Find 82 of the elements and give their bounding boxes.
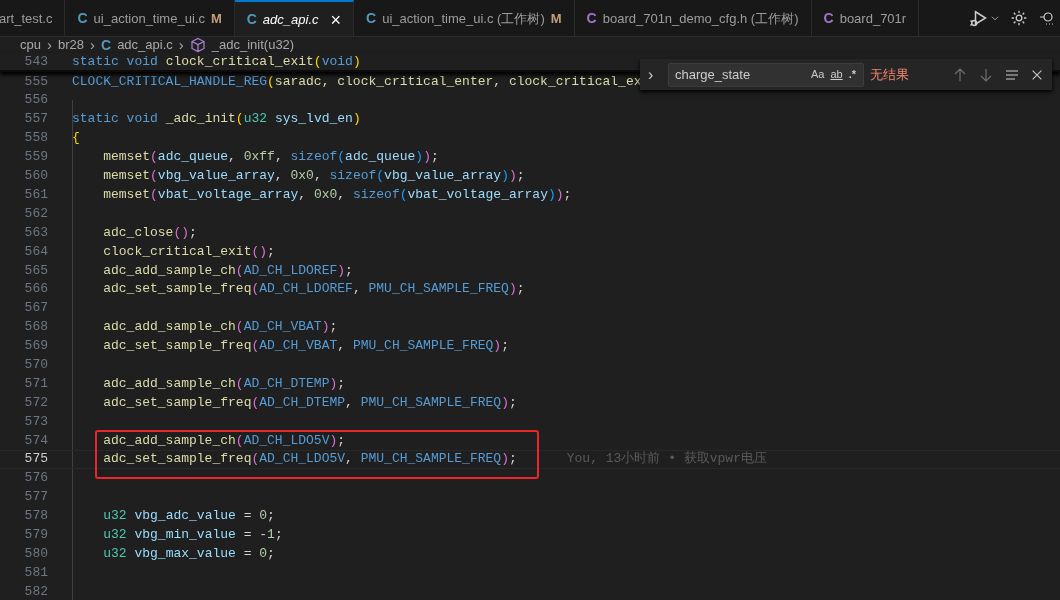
tab-label: ui_action_time_ui.c	[93, 9, 205, 28]
line-number: 580	[23, 544, 48, 563]
code-line: adc_close();	[102, 223, 197, 242]
find-input[interactable]: charge_state Aa ab .*	[668, 62, 864, 87]
code-line: adc_add_sample_ch(AD_CH_DTEMP);	[102, 374, 346, 393]
line-number: 567	[23, 299, 48, 318]
file-type-icon: C	[77, 8, 88, 29]
code-line: u32 vbg_adc_value = 0;	[102, 507, 275, 526]
code-line: memset(vbg_value_array, 0x0, sizeof(vbg_value_array));	[102, 167, 525, 186]
line-number: 563	[23, 223, 48, 242]
file-type-icon: C	[366, 8, 377, 29]
line-number: 575	[23, 450, 48, 469]
line-number: 571	[23, 374, 48, 393]
editor-tab[interactable]: C adc_api.c ×	[234, 0, 355, 36]
run-debug-icon[interactable]	[968, 8, 988, 28]
settings-icon[interactable]	[1010, 9, 1028, 27]
code-line: adc_add_sample_ch(AD_CH_LDOREF);	[102, 261, 353, 280]
breadcrumb-item[interactable]: _adc_init(u32)	[211, 35, 295, 55]
tab-label: adc_api.c	[262, 10, 319, 29]
search-option-toggle[interactable]: ab	[827, 66, 846, 83]
line-number: 557	[23, 110, 48, 129]
line-number: 559	[23, 148, 48, 167]
code-line: adc_set_sample_freq(AD_CH_LDO5V, PMU_CH_SAMPLE_FREQ);	[102, 450, 517, 469]
line-number: 556	[23, 91, 48, 110]
modified-label: M	[210, 9, 222, 28]
code-line: memset(adc_queue, 0xff, sizeof(adc_queue));	[102, 148, 439, 167]
arrow-up-icon[interactable]	[952, 66, 968, 83]
code-line: clock_critical_exit();	[102, 242, 275, 261]
tab-label: board_701n_demo_cfg.h (工作树)	[602, 9, 799, 28]
line-number: 573	[23, 412, 48, 431]
code-line: u32 vbg_min_value = -1;	[102, 525, 283, 544]
line-number: 582	[23, 582, 48, 600]
arrow-down-icon[interactable]	[978, 66, 994, 83]
modified-label: M	[550, 9, 562, 28]
breadcrumb-item[interactable]: adc_api.c	[117, 35, 173, 55]
tab-label: ui_action_time_ui.c (工作树)	[382, 9, 545, 28]
line-number: 561	[23, 185, 48, 204]
expand-toggle[interactable]: ›	[648, 62, 662, 87]
file-type-icon: C	[586, 8, 597, 29]
line-number: 555	[23, 72, 48, 91]
breadcrumb-item[interactable]: cpu	[20, 35, 41, 55]
code-line: adc_set_sample_freq(AD_CH_DTEMP, PMU_CH_SAMPLE_FREQ);	[102, 393, 517, 412]
line-number: 564	[23, 242, 48, 261]
code-line: {	[72, 129, 80, 148]
code-line: CLOCK_CRITICAL_HANDLE_REG(saradc, clock_critical_enter, clock_critical_ex	[72, 72, 642, 91]
chevron-icon: ›	[46, 33, 52, 57]
line-number: 576	[23, 469, 48, 488]
line-number: 570	[23, 355, 48, 374]
line-number: 568	[23, 318, 48, 337]
code-line: static void _adc_init(u32 sys_lvd_en)	[72, 110, 361, 129]
line-number: 558	[23, 129, 48, 148]
line-number: 581	[23, 563, 48, 582]
editor-tab[interactable]: art_test.c	[0, 0, 66, 36]
cube-icon	[189, 37, 206, 53]
tab-label: board_701r	[839, 9, 907, 28]
line-number: 543	[23, 52, 48, 71]
breadcrumb-item[interactable]: br28	[57, 35, 84, 55]
file-type-icon: C	[823, 8, 834, 29]
close-icon[interactable]: ×	[330, 10, 342, 29]
code-line: adc_add_sample_ch(AD_CH_VBAT);	[102, 318, 338, 337]
tab-label: art_test.c	[0, 9, 53, 28]
line-number: 572	[23, 393, 48, 412]
line-number: 569	[23, 337, 48, 356]
line-number: 562	[23, 204, 48, 223]
line-number: 560	[23, 167, 48, 186]
file-type-icon: C	[246, 9, 257, 30]
search-option-toggle[interactable]: .*	[845, 66, 859, 83]
no-results-label: 无结果	[870, 65, 910, 84]
line-number: 574	[23, 431, 48, 450]
code-line: memset(vbat_voltage_array, 0x0, sizeof(vbat_voltage_array));	[102, 185, 572, 204]
line-number: 577	[23, 488, 48, 507]
line-number: 578	[23, 507, 48, 526]
line-number: 579	[23, 525, 48, 544]
broadcast-icon[interactable]	[1038, 9, 1054, 27]
code-line: adc_set_sample_freq(AD_CH_VBAT, PMU_CH_SAMPLE_FREQ);	[102, 337, 509, 356]
code-line: adc_add_sample_ch(AD_CH_LDO5V);	[102, 431, 346, 450]
line-number: 565	[23, 261, 48, 280]
code-line: u32 vbg_max_value = 0;	[102, 544, 275, 563]
caret-icon[interactable]	[990, 13, 1000, 23]
line-number: 566	[23, 280, 48, 299]
code-line: adc_set_sample_freq(AD_CH_LDOREF, PMU_CH_SAMPLE_FREQ);	[102, 280, 525, 299]
search-option-toggle[interactable]: Aa	[807, 66, 828, 83]
